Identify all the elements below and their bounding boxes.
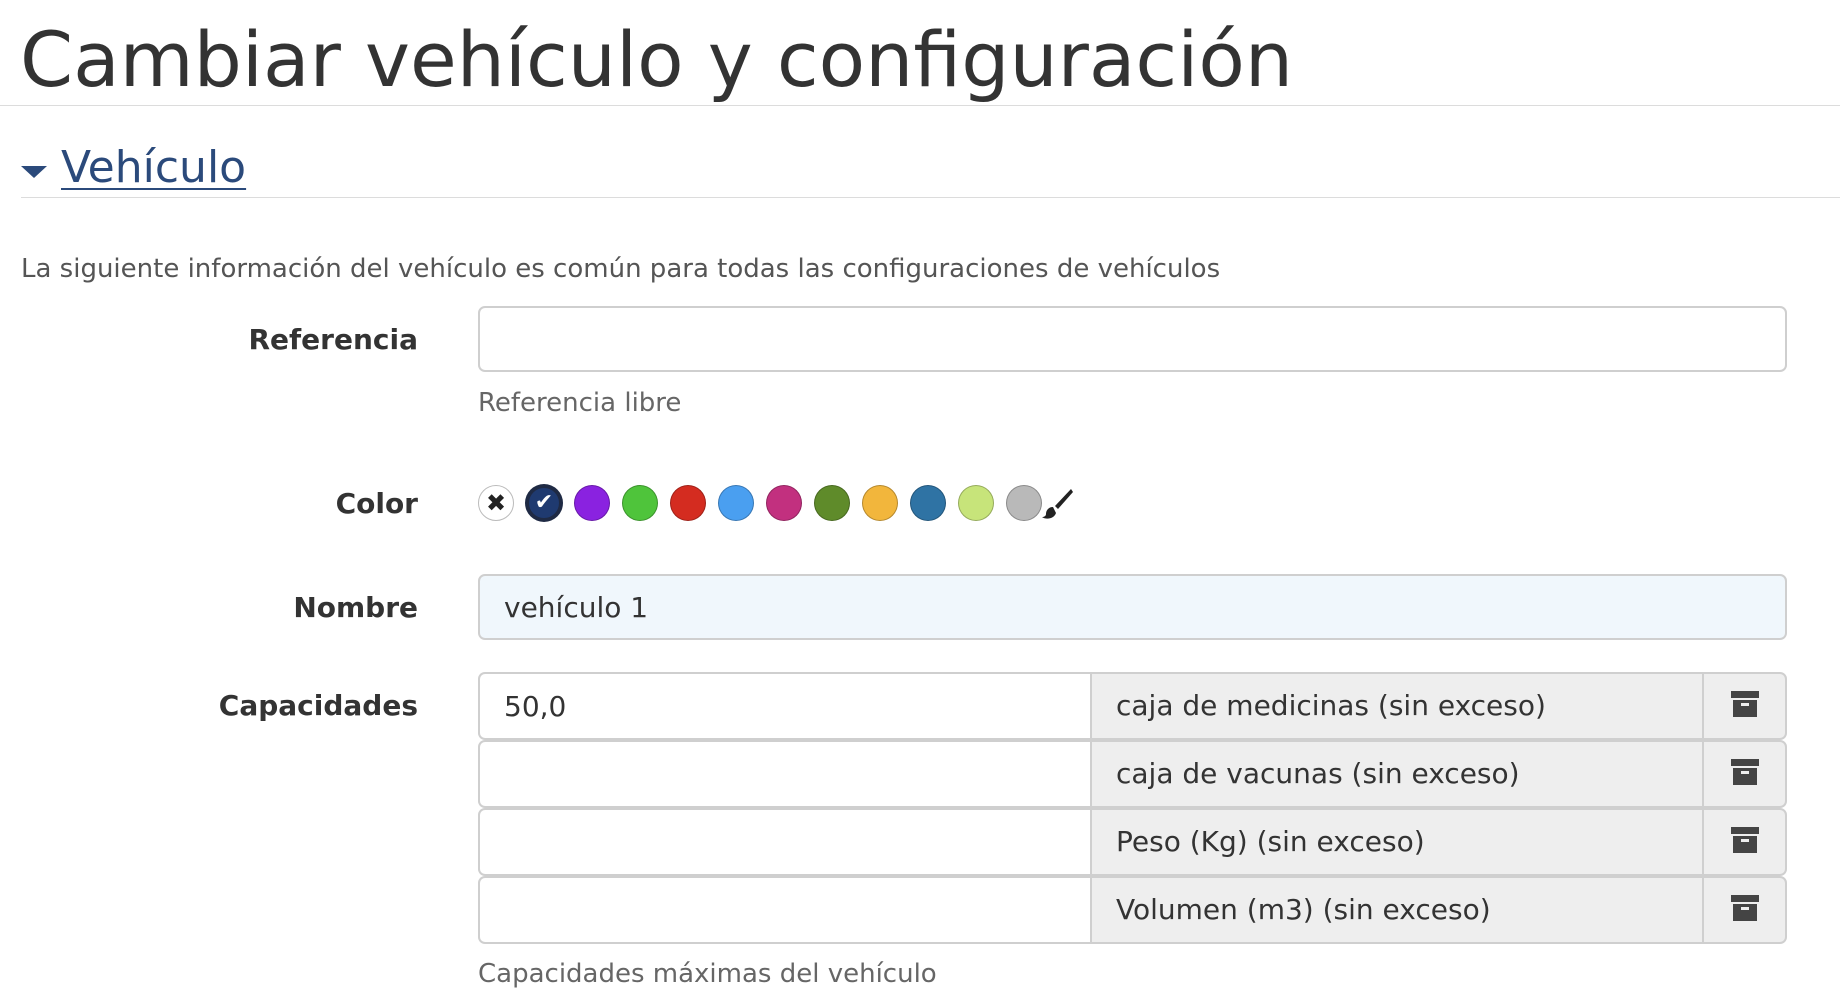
capacity-row: Volumen (m3) (sin exceso) bbox=[478, 876, 1787, 944]
color-swatch-light-green[interactable] bbox=[958, 485, 994, 521]
close-icon: ✖ bbox=[485, 489, 507, 517]
color-swatch-red[interactable] bbox=[670, 485, 706, 521]
archive-icon bbox=[1730, 759, 1759, 789]
capacity-value-input[interactable] bbox=[478, 808, 1090, 876]
capacity-unit-label: caja de medicinas (sin exceso) bbox=[1090, 672, 1702, 740]
color-swatch-steel-blue[interactable] bbox=[910, 485, 946, 521]
title-divider bbox=[0, 105, 1840, 106]
page-title: Cambiar vehículo y configuración bbox=[20, 15, 1293, 104]
capacity-unit-label: Volumen (m3) (sin exceso) bbox=[1090, 876, 1702, 944]
color-swatch-amber[interactable] bbox=[862, 485, 898, 521]
paint-brush-icon[interactable] bbox=[1040, 486, 1074, 520]
name-input[interactable] bbox=[478, 574, 1787, 640]
capacity-archive-button[interactable] bbox=[1702, 808, 1787, 876]
capacities-help-text: Capacidades máximas del vehículo bbox=[478, 959, 937, 989]
section-title: Vehículo bbox=[61, 142, 247, 193]
capacity-value-input[interactable] bbox=[478, 740, 1090, 808]
check-icon: ✔ bbox=[534, 490, 554, 515]
capacities-label: Capacidades bbox=[218, 689, 418, 722]
capacity-unit-label: Peso (Kg) (sin exceso) bbox=[1090, 808, 1702, 876]
color-swatch-green[interactable] bbox=[622, 485, 658, 521]
archive-icon bbox=[1730, 895, 1759, 925]
capacity-value-input[interactable] bbox=[478, 672, 1090, 740]
color-swatch-gray[interactable] bbox=[1006, 485, 1042, 521]
archive-icon bbox=[1730, 827, 1759, 857]
caret-down-icon bbox=[21, 166, 47, 178]
reference-label: Referencia bbox=[248, 323, 418, 356]
name-label: Nombre bbox=[293, 591, 418, 624]
color-swatch-olive-green[interactable] bbox=[814, 485, 850, 521]
capacity-row: caja de medicinas (sin exceso) bbox=[478, 672, 1787, 740]
reference-input[interactable] bbox=[478, 306, 1787, 372]
capacity-unit-label: caja de vacunas (sin exceso) bbox=[1090, 740, 1702, 808]
color-swatch-group: ✖ ✔ bbox=[478, 483, 1074, 523]
color-swatch-none[interactable]: ✖ bbox=[478, 485, 514, 521]
capacity-archive-button[interactable] bbox=[1702, 740, 1787, 808]
reference-help-text: Referencia libre bbox=[478, 388, 682, 418]
color-swatch-magenta[interactable] bbox=[766, 485, 802, 521]
capacities-group: caja de medicinas (sin exceso)caja de va… bbox=[478, 672, 1787, 944]
page: Cambiar vehículo y configuración Vehícul… bbox=[0, 0, 1840, 1008]
section-divider bbox=[21, 197, 1840, 198]
archive-icon bbox=[1730, 691, 1759, 721]
capacity-archive-button[interactable] bbox=[1702, 672, 1787, 740]
color-swatch-navy[interactable]: ✔ bbox=[526, 485, 562, 521]
section-toggle-vehicle[interactable]: Vehículo bbox=[21, 140, 246, 196]
capacity-row: Peso (Kg) (sin exceso) bbox=[478, 808, 1787, 876]
color-label: Color bbox=[335, 487, 418, 520]
section-intro-text: La siguiente información del vehículo es… bbox=[21, 254, 1221, 284]
capacity-row: caja de vacunas (sin exceso) bbox=[478, 740, 1787, 808]
capacity-archive-button[interactable] bbox=[1702, 876, 1787, 944]
color-swatch-purple[interactable] bbox=[574, 485, 610, 521]
color-swatch-sky-blue[interactable] bbox=[718, 485, 754, 521]
capacity-value-input[interactable] bbox=[478, 876, 1090, 944]
